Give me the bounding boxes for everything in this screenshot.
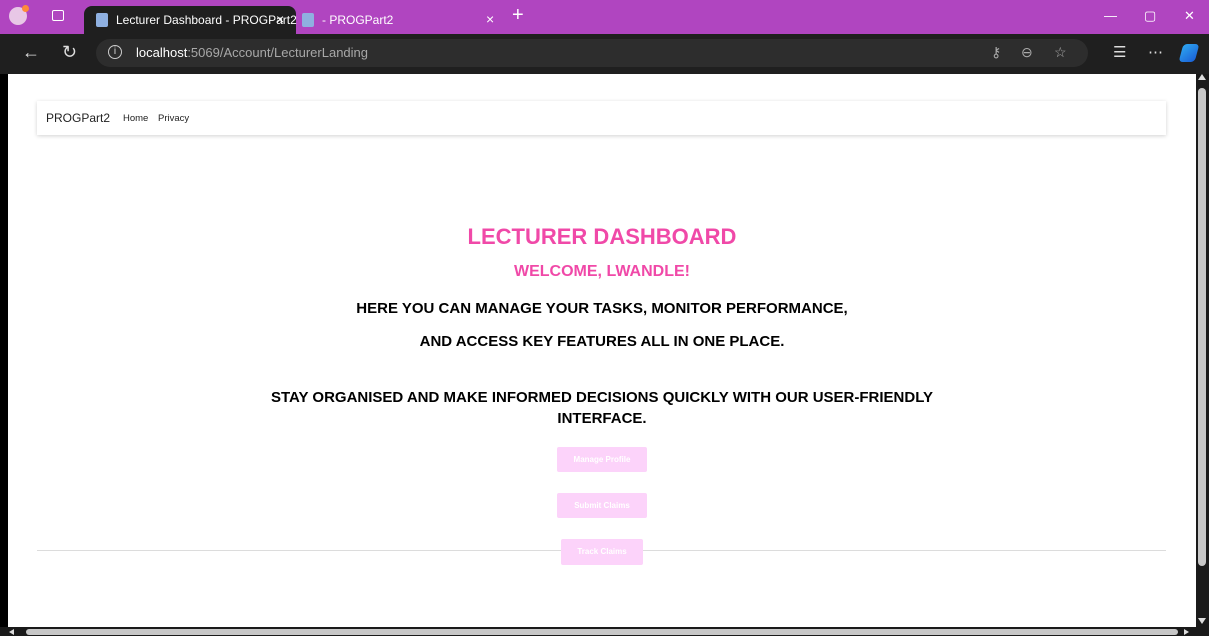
more-menu-icon[interactable]: ⋯ bbox=[1148, 43, 1163, 61]
favorites-list-icon[interactable]: ☰ bbox=[1113, 43, 1126, 61]
submit-claims-button[interactable]: Submit Claims bbox=[557, 493, 647, 518]
address-bar[interactable]: i localhost:5069/Account/LecturerLanding… bbox=[96, 39, 1088, 67]
vertical-scrollbar[interactable] bbox=[1196, 74, 1209, 627]
minimize-button[interactable]: — bbox=[1104, 8, 1117, 23]
tab-actions-icon[interactable] bbox=[52, 10, 64, 21]
page-favicon-icon bbox=[302, 13, 314, 27]
scroll-up-arrow-icon[interactable] bbox=[1198, 74, 1206, 80]
copilot-icon[interactable] bbox=[1178, 44, 1200, 62]
scroll-left-arrow-icon[interactable] bbox=[9, 629, 14, 635]
new-tab-button[interactable]: + bbox=[512, 4, 524, 27]
page-favicon-icon bbox=[96, 13, 108, 27]
vertical-scroll-thumb[interactable] bbox=[1198, 88, 1206, 566]
tab-title: Lecturer Dashboard - PROGPart2 bbox=[116, 13, 297, 27]
intro-line-3: STAY ORGANISED AND MAKE INFORMED DECISIO… bbox=[270, 389, 933, 406]
scroll-right-arrow-icon[interactable] bbox=[1184, 629, 1189, 635]
tab-close-icon[interactable]: × bbox=[486, 11, 494, 27]
tab-title: - PROGPart2 bbox=[322, 13, 394, 27]
back-arrow-icon[interactable]: ← bbox=[22, 42, 40, 63]
tab-close-icon[interactable]: × bbox=[276, 11, 284, 27]
zoom-icon[interactable]: ⊖ bbox=[1021, 44, 1033, 61]
url-text: localhost:5069/Account/LecturerLanding bbox=[136, 45, 368, 60]
refresh-icon[interactable]: ↻ bbox=[62, 42, 77, 63]
browser-toolbar: ← ↻ i localhost:5069/Account/LecturerLan… bbox=[0, 34, 1209, 74]
site-navbar: PROGPart2 Home Privacy bbox=[37, 101, 1166, 135]
close-window-button[interactable]: ✕ bbox=[1184, 8, 1195, 24]
nav-link-privacy[interactable]: Privacy bbox=[158, 113, 189, 124]
page-viewport: PROGPart2 Home Privacy LECTURER DASHBOAR… bbox=[8, 74, 1196, 627]
tab-progpart2[interactable]: - PROGPart2 × bbox=[300, 6, 500, 34]
manage-profile-button[interactable]: Manage Profile bbox=[557, 447, 647, 472]
site-info-icon[interactable]: i bbox=[108, 45, 122, 59]
intro-line-1: HERE YOU CAN MANAGE YOUR TASKS, MONITOR … bbox=[356, 300, 848, 317]
tab-lecturer-dashboard[interactable]: Lecturer Dashboard - PROGPart2 × bbox=[84, 6, 297, 34]
horizontal-scroll-thumb[interactable] bbox=[26, 629, 1178, 635]
welcome-message: WELCOME, LWANDLE! bbox=[514, 263, 690, 280]
navbar-brand[interactable]: PROGPart2 bbox=[46, 111, 110, 125]
intro-line-2: AND ACCESS KEY FEATURES ALL IN ONE PLACE… bbox=[419, 333, 785, 350]
page-title: LECTURER DASHBOARD bbox=[467, 224, 737, 249]
browser-titlebar: Lecturer Dashboard - PROGPart2 × - PROGP… bbox=[0, 0, 1209, 34]
intro-line-4: INTERFACE. bbox=[557, 410, 647, 427]
horizontal-scrollbar[interactable] bbox=[0, 627, 1209, 636]
track-claims-button[interactable]: Track Claims bbox=[561, 539, 643, 565]
password-key-icon[interactable]: ⚷ bbox=[991, 44, 1001, 61]
scroll-down-arrow-icon[interactable] bbox=[1198, 618, 1206, 624]
profile-avatar-icon[interactable] bbox=[9, 5, 29, 25]
nav-link-home[interactable]: Home bbox=[123, 113, 148, 124]
restore-button[interactable]: ▢ bbox=[1144, 8, 1156, 24]
favorite-star-icon[interactable]: ☆ bbox=[1054, 44, 1067, 61]
